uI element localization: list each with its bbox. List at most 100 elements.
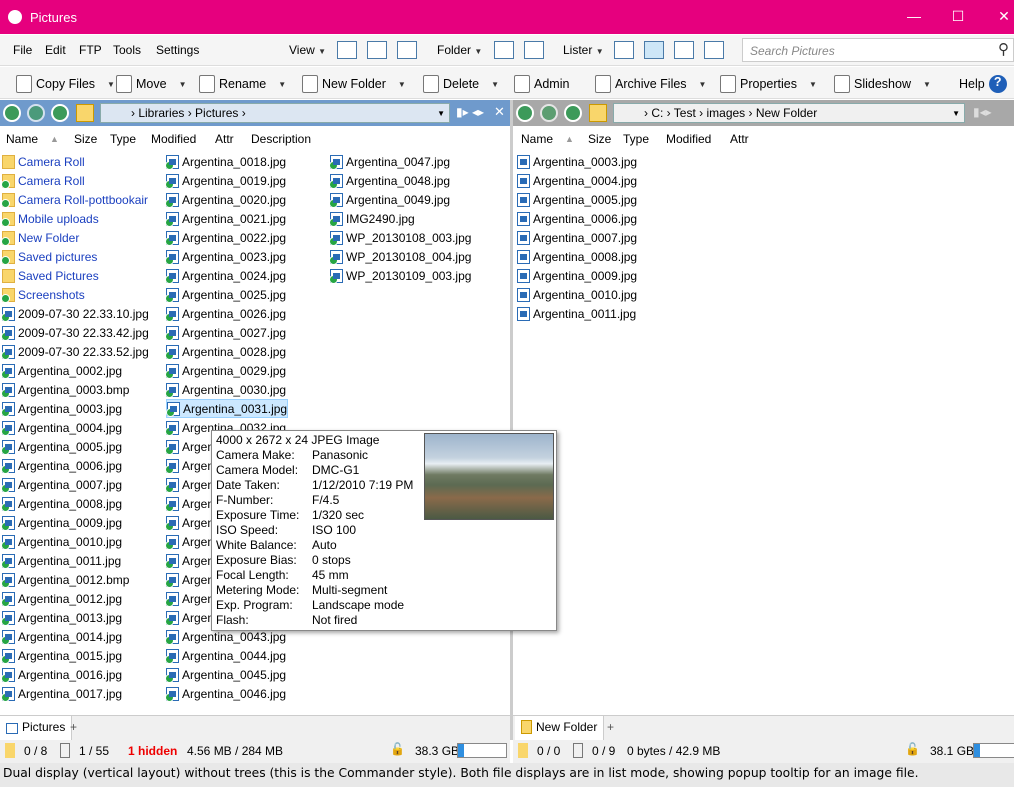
file-item[interactable]: Argentina_0030.jpg <box>165 380 286 399</box>
file-item[interactable]: Argentina_0023.jpg <box>165 247 286 266</box>
file-item[interactable]: Argentina_0021.jpg <box>165 209 286 228</box>
column-header-attr[interactable]: Attr <box>730 132 749 146</box>
back-icon[interactable] <box>3 104 21 122</box>
file-item[interactable]: Argentina_0024.jpg <box>165 266 286 285</box>
forward-icon[interactable] <box>540 104 558 122</box>
file-item[interactable]: Argentina_0049.jpg <box>329 190 450 209</box>
folder-item[interactable]: Camera Roll <box>2 152 85 171</box>
toolbar-copy-files-button[interactable]: Copy Files ▼ <box>16 75 115 93</box>
view-details-icon[interactable] <box>337 41 357 59</box>
pane-arrows-icon[interactable]: ▮▸ ◂▸ <box>456 105 484 119</box>
minimize-button[interactable]: — <box>904 6 924 26</box>
toolbar-help-button[interactable]: Help? <box>959 75 1007 93</box>
forward-icon[interactable] <box>27 104 45 122</box>
folder-item[interactable]: Screenshots <box>1 285 85 304</box>
file-item[interactable]: Argentina_0003.bmp <box>1 380 129 399</box>
folder-item[interactable]: New Folder <box>1 228 79 247</box>
favorites-icon[interactable] <box>589 104 607 122</box>
folder-item[interactable]: Saved pictures <box>1 247 97 266</box>
chevron-down-icon[interactable]: ▼ <box>107 80 115 89</box>
column-header-type[interactable]: Type <box>110 132 136 146</box>
folder-dual-icon[interactable] <box>524 41 544 59</box>
file-item[interactable]: Argentina_0012.bmp <box>1 570 129 589</box>
favorites-icon[interactable] <box>76 104 94 122</box>
file-item[interactable]: Argentina_0003.jpg <box>1 399 122 418</box>
file-item[interactable]: Argentina_0010.jpg <box>1 532 122 551</box>
folder-item[interactable]: Camera Roll-pottbookair <box>1 190 148 209</box>
file-item[interactable]: Argentina_0011.jpg <box>517 304 636 323</box>
folder-item[interactable]: Saved Pictures <box>2 266 99 285</box>
file-item[interactable]: Argentina_0013.jpg <box>1 608 122 627</box>
file-item[interactable]: Argentina_0031.jpg <box>166 399 289 418</box>
view-thumbnails-icon[interactable] <box>397 41 417 59</box>
folder-item[interactable]: Mobile uploads <box>1 209 99 228</box>
add-tab-icon[interactable]: + <box>70 720 77 734</box>
menu-ftp[interactable]: FTP <box>79 43 102 57</box>
file-item[interactable]: WP_20130108_003.jpg <box>329 228 471 247</box>
file-item[interactable]: Argentina_0007.jpg <box>1 475 122 494</box>
left-breadcrumb[interactable]: › Libraries › Pictures › ▼ <box>100 103 450 123</box>
tab-new-folder[interactable]: New Folder <box>515 716 605 740</box>
file-item[interactable]: WP_20130109_003.jpg <box>329 266 471 285</box>
toolbar-admin-button[interactable]: Admin <box>514 75 569 93</box>
column-header-name[interactable]: Name <box>6 132 38 146</box>
file-item[interactable]: Argentina_0025.jpg <box>165 285 286 304</box>
toolbar-new-folder-button[interactable]: New Folder ▼ <box>302 75 406 93</box>
crumb[interactable]: C: <box>651 106 663 120</box>
file-item[interactable]: Argentina_0019.jpg <box>165 171 286 190</box>
file-item[interactable]: Argentina_0026.jpg <box>165 304 286 323</box>
file-item[interactable]: Argentina_0010.jpg <box>517 285 637 304</box>
file-item[interactable]: Argentina_0012.jpg <box>1 589 122 608</box>
file-item[interactable]: 2009-07-30 22.33.42.jpg <box>1 323 149 342</box>
file-item[interactable]: Argentina_0045.jpg <box>165 665 286 684</box>
file-item[interactable]: Argentina_0029.jpg <box>165 361 286 380</box>
toolbar-slideshow-button[interactable]: Slideshow ▼ <box>834 75 931 93</box>
file-item[interactable]: WP_20130108_004.jpg <box>329 247 471 266</box>
toolbar-rename-button[interactable]: Rename ▼ <box>199 75 286 93</box>
file-item[interactable]: Argentina_0006.jpg <box>1 456 122 475</box>
pane-splitter[interactable] <box>510 100 513 740</box>
file-item[interactable]: Argentina_0015.jpg <box>1 646 122 665</box>
file-item[interactable]: Argentina_0028.jpg <box>165 342 286 361</box>
file-item[interactable]: Argentina_0008.jpg <box>1 494 122 513</box>
menu-settings[interactable]: Settings <box>156 43 199 57</box>
chevron-down-icon[interactable]: ▼ <box>923 80 931 89</box>
up-icon[interactable] <box>51 104 69 122</box>
file-item[interactable]: Argentina_0007.jpg <box>517 228 637 247</box>
file-item[interactable]: Argentina_0011.jpg <box>1 551 121 570</box>
file-item[interactable]: Argentina_0027.jpg <box>165 323 286 342</box>
lister-viewer-icon[interactable] <box>704 41 724 59</box>
crumb-pictures[interactable]: Pictures <box>195 106 238 120</box>
pane-arrows-icon[interactable]: ▮◂▸ <box>973 105 992 119</box>
right-breadcrumb[interactable]: › C: › Test › images › New Folder ▼ <box>613 103 965 123</box>
maximize-button[interactable]: ☐ <box>948 6 968 26</box>
column-header-modified[interactable]: Modified <box>666 132 711 146</box>
menu-edit[interactable]: Edit <box>45 43 66 57</box>
toolbar-move-button[interactable]: Move ▼ <box>116 75 187 93</box>
file-item[interactable]: Argentina_0004.jpg <box>1 418 122 437</box>
column-header-size[interactable]: Size <box>74 132 97 146</box>
file-item[interactable]: Argentina_0014.jpg <box>1 627 122 646</box>
file-item[interactable]: Argentina_0006.jpg <box>517 209 637 228</box>
toolbar-archive-files-button[interactable]: Archive Files ▼ <box>595 75 706 93</box>
file-item[interactable]: Argentina_0048.jpg <box>329 171 450 190</box>
column-header-name[interactable]: Name <box>521 132 553 146</box>
menu-tools[interactable]: Tools <box>113 43 141 57</box>
hidden-count[interactable]: 1 hidden <box>128 744 177 758</box>
chevron-down-icon[interactable]: ▼ <box>809 80 817 89</box>
file-item[interactable]: Argentina_0009.jpg <box>517 266 637 285</box>
chevron-down-icon[interactable]: ▼ <box>699 80 707 89</box>
file-item[interactable]: Argentina_0005.jpg <box>517 190 637 209</box>
file-item[interactable]: Argentina_0018.jpg <box>165 152 286 171</box>
crumb-libraries[interactable]: Libraries <box>138 106 184 120</box>
crumb[interactable]: images <box>706 106 745 120</box>
folder-layout-icon[interactable] <box>494 41 514 59</box>
back-icon[interactable] <box>516 104 534 122</box>
crumb[interactable]: New Folder <box>756 106 817 120</box>
chevron-down-icon[interactable]: ▼ <box>437 109 445 118</box>
view-list-icon[interactable] <box>367 41 387 59</box>
file-item[interactable]: Argentina_0017.jpg <box>1 684 122 703</box>
folder-item[interactable]: Camera Roll <box>1 171 85 190</box>
file-item[interactable]: Argentina_0003.jpg <box>517 152 637 171</box>
file-item[interactable]: Argentina_0004.jpg <box>517 171 637 190</box>
